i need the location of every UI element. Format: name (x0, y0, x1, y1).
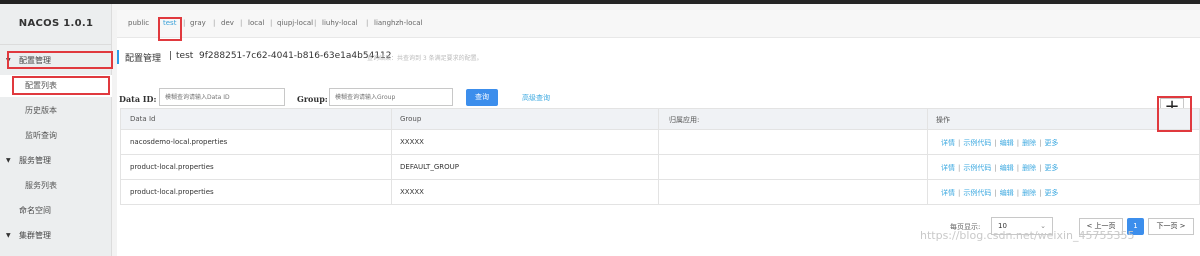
sidebar: NACOS 1.0.1 ▼ 配置管理 配置列表 历史版本 监听查询 ▼ 服务管理… (0, 4, 112, 256)
sidebar-item-config-list[interactable]: 配置列表 (0, 75, 112, 97)
more-link[interactable]: 更多 (1044, 139, 1058, 147)
sidebar-item-label: 服务列表 (25, 181, 57, 190)
table-row: product-local.properties DEFAULT_GROUP 详… (120, 155, 1200, 180)
page-title: 配置管理 (125, 54, 162, 64)
column-header-actions: 操作 (936, 116, 950, 124)
namespace-bar: public test | gray | dev | local | qiupj… (117, 10, 1200, 38)
divider (391, 130, 392, 154)
sample-code-link[interactable]: 示例代码 (963, 164, 991, 172)
sidebar-item-label: 监听查询 (25, 131, 57, 140)
sidebar-item-service-management[interactable]: ▼ 服务管理 (0, 150, 112, 172)
namespace-title: test 9f288251-7c62-4041-b816-63e1a4b5411… (176, 51, 392, 61)
namespace-name: test (176, 51, 194, 61)
divider: | (240, 19, 243, 27)
cell-dataid: nacosdemo-local.properties (130, 138, 228, 146)
group-label: Group: (297, 94, 328, 104)
table-header: Data Id Group 归属应用: 操作 (120, 108, 1200, 130)
sidebar-item-namespace[interactable]: 命名空间 (0, 200, 112, 222)
sidebar-item-label: 配置列表 (25, 81, 57, 90)
divider (658, 155, 659, 179)
sidebar-item-service-list[interactable]: 服务列表 (0, 175, 112, 197)
divider (658, 130, 659, 154)
row-actions: 详情 | 示例代码 | 编辑 | 删除 | 更多 (941, 189, 1059, 197)
divider: | (366, 19, 369, 27)
namespace-tab-lianghzh-local[interactable]: lianghzh-local (374, 19, 422, 27)
divider: | (270, 19, 273, 27)
column-header-app: 归属应用: (669, 116, 700, 124)
detail-link[interactable]: 详情 (941, 189, 955, 197)
row-actions: 详情 | 示例代码 | 编辑 | 删除 | 更多 (941, 164, 1059, 172)
detail-link[interactable]: 详情 (941, 164, 955, 172)
cell-group: XXXXX (400, 188, 424, 196)
logo: NACOS 1.0.1 (18, 18, 94, 29)
namespace-tab-test[interactable]: test (163, 19, 176, 27)
title-accent-bar (117, 50, 119, 64)
sample-code-link[interactable]: 示例代码 (963, 139, 991, 147)
namespace-tab-gray[interactable]: gray (190, 19, 206, 27)
divider (658, 180, 659, 204)
dataid-input[interactable] (159, 88, 285, 106)
query-result-text: 查询结果：共查询到 3 条满足要求的配置。 (367, 55, 483, 62)
sidebar-item-config-management[interactable]: ▼ 配置管理 (0, 50, 112, 72)
divider: | (183, 19, 186, 27)
page-title-row: 配置管理 | test 9f288251-7c62-4041-b816-63e1… (117, 50, 817, 66)
table-row: product-local.properties XXXXX 详情 | 示例代码 | 编… (120, 180, 1200, 205)
sidebar-item-label: 历史版本 (25, 106, 57, 115)
main-panel: public test | gray | dev | local | qiupj… (117, 10, 1200, 256)
more-link[interactable]: 更多 (1044, 189, 1058, 197)
namespace-tab-dev[interactable]: dev (221, 19, 234, 27)
sidebar-item-label: 集群管理 (19, 231, 51, 240)
query-button[interactable]: 查询 (466, 89, 498, 106)
namespace-tab-local[interactable]: local (248, 19, 264, 27)
more-link[interactable]: 更多 (1044, 164, 1058, 172)
caret-down-icon: ▼ (6, 57, 11, 64)
caret-down-icon: ▼ (6, 232, 11, 239)
row-actions: 详情 | 示例代码 | 编辑 | 删除 | 更多 (941, 139, 1059, 147)
divider (391, 155, 392, 179)
next-page-button[interactable]: 下一页 > (1148, 218, 1194, 235)
table-row: nacosdemo-local.properties XXXXX 详情 | 示例代码… (120, 130, 1200, 155)
divider: | (213, 19, 216, 27)
delete-link[interactable]: 删除 (1022, 139, 1036, 147)
sidebar-item-history[interactable]: 历史版本 (0, 100, 112, 122)
edit-link[interactable]: 编辑 (1000, 139, 1014, 147)
caret-down-icon: ▼ (6, 157, 11, 164)
divider (927, 109, 928, 129)
divider (927, 130, 928, 154)
cell-group: XXXXX (400, 138, 424, 146)
sample-code-link[interactable]: 示例代码 (963, 189, 991, 197)
watermark-text: https://blog.csdn.net/weixin_45755355 (920, 229, 1135, 242)
cell-dataid: product-local.properties (130, 188, 214, 196)
namespace-id: 9f288251-7c62-4041-b816-63e1a4b54112 (199, 51, 392, 61)
delete-link[interactable]: 删除 (1022, 189, 1036, 197)
namespace-tab-liuhy-local[interactable]: liuhy-local (322, 19, 358, 27)
title-separator: | (169, 51, 173, 61)
namespace-tab-public[interactable]: public (128, 19, 149, 27)
divider: | (314, 19, 317, 27)
dataid-label: Data ID: (119, 94, 157, 104)
detail-link[interactable]: 详情 (941, 139, 955, 147)
divider (391, 180, 392, 204)
advanced-query-link[interactable]: 高级查询 (522, 93, 550, 103)
top-bar (0, 0, 1200, 4)
divider (0, 44, 112, 45)
cell-group: DEFAULT_GROUP (400, 163, 459, 171)
sidebar-item-cluster-management[interactable]: ▼ 集群管理 (0, 225, 112, 247)
edit-link[interactable]: 编辑 (1000, 164, 1014, 172)
namespace-tab-qiupj-local[interactable]: qiupj-local (277, 19, 313, 27)
group-input[interactable] (329, 88, 453, 106)
sidebar-item-label: 命名空间 (19, 206, 51, 215)
divider (927, 180, 928, 204)
delete-link[interactable]: 删除 (1022, 164, 1036, 172)
cell-dataid: product-local.properties (130, 163, 214, 171)
sidebar-item-label: 服务管理 (19, 156, 51, 165)
divider (391, 109, 392, 129)
sidebar-item-label: 配置管理 (19, 56, 51, 65)
divider (927, 155, 928, 179)
column-header-dataid: Data Id (130, 115, 156, 123)
edit-link[interactable]: 编辑 (1000, 189, 1014, 197)
sidebar-item-listener-query[interactable]: 监听查询 (0, 125, 112, 147)
column-header-group: Group (400, 115, 422, 123)
divider (658, 109, 659, 129)
